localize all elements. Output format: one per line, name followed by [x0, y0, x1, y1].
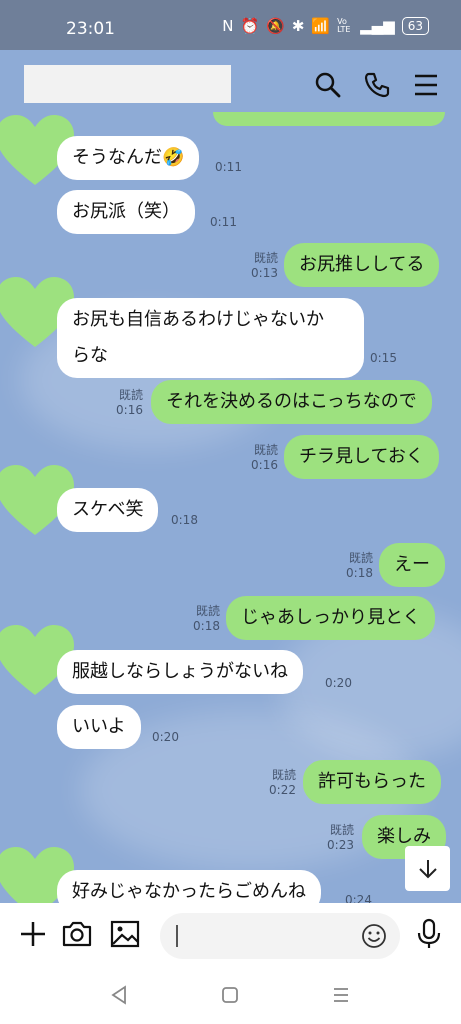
- message-meta: 既読 0:18: [186, 604, 220, 634]
- wifi-icon: 📶: [311, 17, 331, 35]
- message-time: 0:18: [346, 566, 373, 580]
- message-time: 0:16: [116, 403, 143, 417]
- status-bar: 23:01 N ⏰ 🔕 ✱ 📶 Vo LTE ▂▄▆ 63: [0, 0, 461, 50]
- home-icon[interactable]: [218, 983, 242, 1007]
- read-receipt: 既読: [348, 551, 373, 565]
- phone-icon[interactable]: [362, 70, 392, 100]
- chat-header: [0, 50, 461, 122]
- read-receipt: 既読: [118, 388, 143, 402]
- status-icons: N ⏰ 🔕 ✱ 📶 Vo LTE ▂▄▆ 63: [222, 17, 429, 35]
- arrow-down-icon: [418, 859, 437, 878]
- status-time: 23:01: [66, 19, 115, 39]
- menu-icon[interactable]: [411, 70, 441, 100]
- message-time: 0:20: [152, 730, 179, 744]
- bluetooth-icon: ✱: [291, 17, 305, 35]
- message-time: 0:18: [193, 619, 220, 633]
- nfc-icon: N: [222, 17, 234, 35]
- search-icon[interactable]: [313, 70, 343, 100]
- input-bar: [0, 903, 461, 969]
- volte-icon: Vo LTE: [337, 17, 351, 34]
- read-receipt: 既読: [253, 443, 278, 457]
- message-meta: 既読 0:16: [109, 388, 143, 418]
- message-time: 0:22: [269, 783, 296, 797]
- message-time: 0:18: [171, 513, 198, 527]
- message-time: 0:15: [370, 351, 397, 365]
- message-bubble-out[interactable]: チラ見しておく: [284, 435, 439, 479]
- message-bubble-out[interactable]: 許可もらった: [303, 760, 441, 804]
- message-bubble-in[interactable]: お尻派（笑）: [57, 190, 195, 234]
- camera-icon[interactable]: [60, 917, 94, 951]
- image-icon[interactable]: [108, 917, 142, 951]
- message-meta: 既読 0:23: [320, 823, 354, 853]
- message-bubble-out[interactable]: じゃあしっかり見とく: [226, 596, 436, 640]
- message-bubble-in[interactable]: お尻も自信あるわけじゃないか らな: [57, 298, 364, 378]
- battery-icon: 63: [401, 17, 429, 35]
- message-bubble-in[interactable]: いいよ: [57, 705, 141, 749]
- message-text-line: お尻も自信あるわけじゃないか: [72, 309, 324, 330]
- message-meta: 既読 0:13: [244, 251, 278, 281]
- read-receipt: 既読: [271, 768, 296, 782]
- contact-name[interactable]: [24, 65, 231, 103]
- message-time: 0:11: [215, 160, 242, 174]
- message-bubble-out[interactable]: お尻推ししてる: [284, 243, 440, 287]
- message-input[interactable]: [160, 913, 400, 959]
- read-receipt: 既読: [253, 251, 278, 265]
- chat-area[interactable]: そうなんだ🤣 0:11 お尻派（笑） 0:11 既読 0:13 お尻推ししてる お…: [0, 50, 461, 903]
- message-bubble-in[interactable]: 好みじゃなかったらごめんね: [57, 870, 321, 903]
- scroll-to-bottom-button[interactable]: [405, 846, 450, 891]
- message-time: 0:20: [325, 676, 352, 690]
- alarm-icon: ⏰: [240, 17, 260, 35]
- message-time: 0:13: [251, 266, 278, 280]
- back-icon[interactable]: [108, 983, 132, 1007]
- signal-icon: ▂▄▆: [360, 17, 395, 35]
- text-caret: [176, 925, 178, 947]
- message-meta: 既読 0:22: [262, 768, 296, 798]
- message-bubble-in[interactable]: そうなんだ🤣: [57, 136, 200, 180]
- read-receipt: 既読: [329, 823, 354, 837]
- system-nav-bar: [0, 969, 461, 1024]
- message-bubble-out[interactable]: それを決めるのはこっちなので: [151, 380, 432, 424]
- recents-icon[interactable]: [329, 983, 353, 1007]
- emoji-icon[interactable]: [361, 923, 387, 949]
- message-time: 0:11: [210, 215, 237, 229]
- message-text-line: らな: [72, 345, 108, 366]
- message-meta: 既読 0:16: [244, 443, 278, 473]
- message-time: 0:16: [251, 458, 278, 472]
- message-time: 0:24: [345, 893, 372, 903]
- mic-icon[interactable]: [412, 917, 446, 951]
- message-bubble-in[interactable]: 服越しならしょうがないね: [57, 650, 303, 694]
- message-time: 0:23: [327, 838, 354, 852]
- message-bubble-in[interactable]: スケベ笑: [57, 488, 159, 532]
- message-bubble-out[interactable]: えー: [379, 543, 445, 587]
- mute-icon: 🔕: [266, 17, 285, 35]
- message-meta: 既読 0:18: [339, 551, 373, 581]
- plus-icon[interactable]: [16, 917, 50, 951]
- read-receipt: 既読: [195, 604, 220, 618]
